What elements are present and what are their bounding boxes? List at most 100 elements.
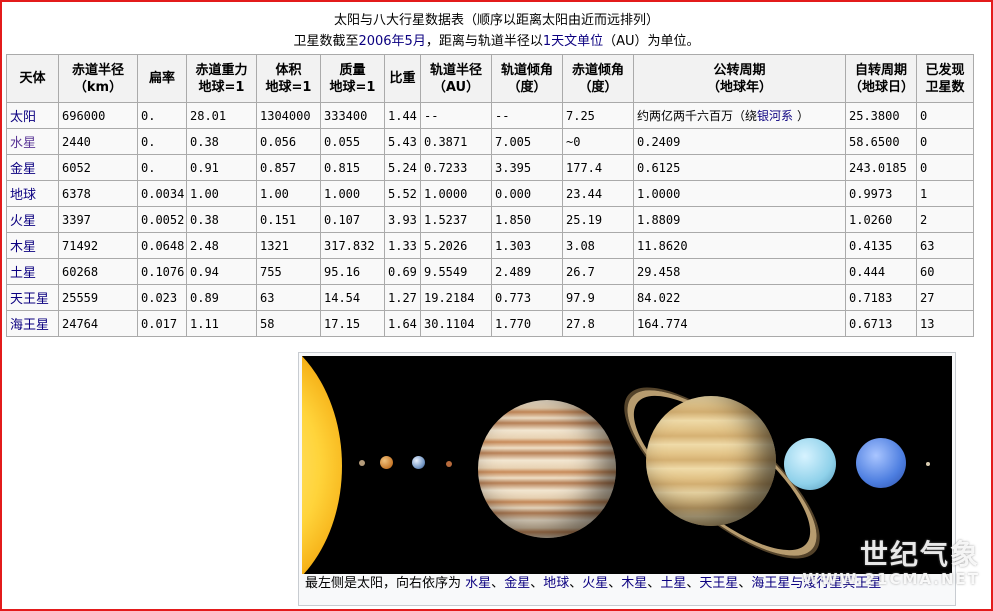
cell-value: 1.27 <box>388 290 417 305</box>
body-name-link[interactable]: 地球 <box>10 188 36 203</box>
body-name-link[interactable]: 海王星 <box>10 318 49 333</box>
table-cell: 0.7183 <box>845 284 917 311</box>
column-header-unit: （km） <box>73 79 123 95</box>
table-cell: 0.4135 <box>845 232 917 259</box>
cell-value: ~0 <box>566 134 581 149</box>
table-cell: 6378 <box>58 180 138 207</box>
neptune-image <box>856 438 906 488</box>
cell-value: 1.5237 <box>424 212 468 227</box>
table-cell: 0.38 <box>186 128 257 155</box>
table-row: 木星 71492 0.0648 2.48 1321 317.832 1.33 5.2026 1.… <box>6 232 974 259</box>
table-cell: 317.832 <box>320 232 385 259</box>
table-cell: 60 <box>916 258 974 285</box>
body-name-cell: 水星 <box>6 128 59 155</box>
cell-value: 58 <box>260 316 275 331</box>
table-cell: 0.444 <box>845 258 917 285</box>
cell-value: 30.1104 <box>424 316 475 331</box>
column-header-label: 自转周期 <box>854 62 907 78</box>
table-cell: 1.33 <box>384 232 421 259</box>
caption-planet-link[interactable]: 木星 <box>621 576 647 591</box>
venus-image <box>380 456 393 469</box>
cell-value: 7.005 <box>495 134 532 149</box>
table-cell: 63 <box>256 284 321 311</box>
watermark-url: WWW.21CMA.NET <box>802 570 980 588</box>
table-cell: 2.489 <box>491 258 563 285</box>
column-header-label: 赤道半径 <box>71 62 124 78</box>
cell-value: 0.38 <box>190 134 219 149</box>
table-cell: 696000 <box>58 102 138 129</box>
table-cell: 1.8809 <box>633 206 846 233</box>
column-header-label: 赤道倾角 <box>571 62 624 78</box>
caption-planet-link[interactable]: 土星 <box>660 576 686 591</box>
table-cell: 0.0648 <box>137 232 187 259</box>
cell-value: 3.395 <box>495 160 532 175</box>
caption-planet-link[interactable]: 海王星 <box>751 576 790 591</box>
table-cell: 1.0260 <box>845 206 917 233</box>
body-name-link[interactable]: 火星 <box>10 214 36 229</box>
table-cell: 1.27 <box>384 284 421 311</box>
table-cell: 58 <box>256 310 321 337</box>
caption-planet-link[interactable]: 地球 <box>543 576 569 591</box>
cell-value: 0.444 <box>849 264 886 279</box>
date-link[interactable]: 2006年5月 <box>358 34 425 49</box>
cell-value: 2 <box>920 212 928 227</box>
cell-value: 1.44 <box>388 108 417 123</box>
cell-value: 1.11 <box>190 316 219 331</box>
column-header: 赤道半径 （km） <box>58 54 138 103</box>
cell-value: 1.00 <box>190 186 219 201</box>
au-link[interactable]: 1天文单位 <box>543 34 603 49</box>
cell-value: 0.017 <box>141 316 178 331</box>
caption-planet-link[interactable]: 天王星 <box>699 576 738 591</box>
cell-value: -- <box>424 108 439 123</box>
body-name-link[interactable]: 水星 <box>10 136 36 151</box>
table-row: 火星 3397 0.0052 0.38 0.151 0.107 3.93 1.5237 1.85… <box>6 206 974 233</box>
cell-value: 约两亿两千六百万（绕 <box>637 109 758 123</box>
cell-value: 2.489 <box>495 264 532 279</box>
cell-value: 164.774 <box>637 316 688 331</box>
body-name-link[interactable]: 太阳 <box>10 110 36 125</box>
table-cell: 0.89 <box>186 284 257 311</box>
cell-value: 5.2026 <box>424 238 468 253</box>
cell-value: 17.15 <box>324 316 361 331</box>
table-cell: -- <box>491 102 563 129</box>
table-cell: 84.022 <box>633 284 846 311</box>
caption-planet-link[interactable]: 火星 <box>582 576 608 591</box>
column-header: 比重 <box>384 54 421 103</box>
table-cell: 26.7 <box>562 258 634 285</box>
table-cell: ~0 <box>562 128 634 155</box>
cell-value: 0.6125 <box>637 160 681 175</box>
cell-value: 1.850 <box>495 212 532 227</box>
mercury-image <box>359 460 365 466</box>
caption-separator: 、 <box>738 576 752 591</box>
table-cell: 1.11 <box>186 310 257 337</box>
cell-value: 5.24 <box>388 160 417 175</box>
cell-value: 1.303 <box>495 238 532 253</box>
table-cell: 25559 <box>58 284 138 311</box>
body-name-link[interactable]: 金星 <box>10 162 36 177</box>
cell-value: 25.19 <box>566 212 603 227</box>
body-name-link[interactable]: 天王星 <box>10 292 49 307</box>
table-cell: 0.773 <box>491 284 563 311</box>
milky-way-link[interactable]: 银河系 <box>757 109 793 123</box>
caption-planet-link[interactable]: 金星 <box>504 576 530 591</box>
sun-image <box>302 356 342 574</box>
body-name-link[interactable]: 木星 <box>10 240 36 255</box>
caption-planet-link[interactable]: 水星 <box>465 576 491 591</box>
table-title: 太阳与八大行星数据表（顺序以距离太阳由近而远排列） <box>333 13 659 28</box>
body-name-link[interactable]: 土星 <box>10 266 36 281</box>
table-cell: 0.7233 <box>420 154 492 181</box>
cell-value: 0.107 <box>324 212 361 227</box>
cell-value: 60 <box>920 264 935 279</box>
cell-value: 7.25 <box>566 108 595 123</box>
cell-value: 0.773 <box>495 290 532 305</box>
table-cell: 23.44 <box>562 180 634 207</box>
column-header-label: 体积 <box>275 62 302 78</box>
watermark-logo: 世纪气象 <box>859 538 980 571</box>
column-header-unit: 地球=1 <box>265 79 312 95</box>
cell-value: 25.3800 <box>849 108 900 123</box>
table-cell: 0 <box>916 154 974 181</box>
cell-value: 0. <box>141 108 156 123</box>
table-cell: 0.2409 <box>633 128 846 155</box>
table-cell: 0.91 <box>186 154 257 181</box>
column-header: 天体 <box>6 54 59 103</box>
